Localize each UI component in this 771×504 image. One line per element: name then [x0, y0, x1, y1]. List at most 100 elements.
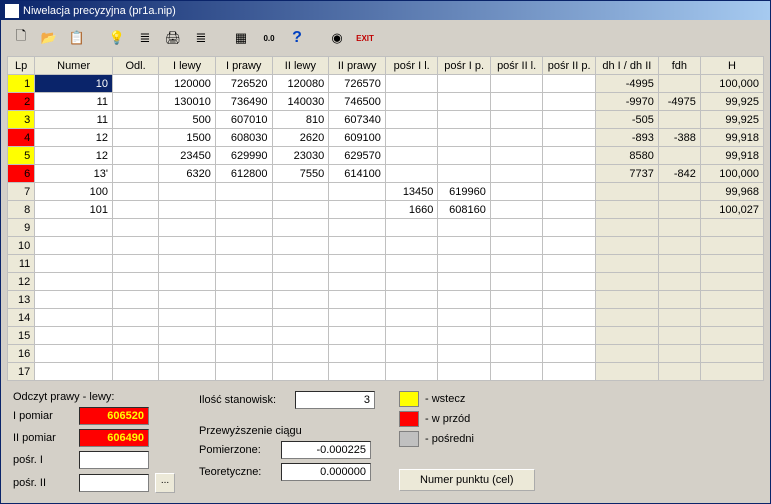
- cell[interactable]: [215, 291, 272, 309]
- row-header[interactable]: 2: [8, 93, 35, 111]
- cell[interactable]: 101: [35, 201, 113, 219]
- cell[interactable]: [272, 219, 329, 237]
- ellipsis-button[interactable]: ...: [155, 473, 175, 493]
- cell[interactable]: [385, 237, 437, 255]
- cell[interactable]: [438, 363, 490, 381]
- cell[interactable]: [35, 291, 113, 309]
- table-row[interactable]: 10: [8, 237, 764, 255]
- table-row[interactable]: 613'632061280075506141007737-842100,000: [8, 165, 764, 183]
- row-header[interactable]: 3: [8, 111, 35, 129]
- cell[interactable]: [700, 237, 763, 255]
- cell[interactable]: 614100: [329, 165, 386, 183]
- row-header[interactable]: 17: [8, 363, 35, 381]
- table-row[interactable]: 16: [8, 345, 764, 363]
- cell[interactable]: [543, 237, 595, 255]
- cell[interactable]: [658, 291, 700, 309]
- cell[interactable]: [543, 219, 595, 237]
- cell[interactable]: [658, 237, 700, 255]
- cell[interactable]: [490, 291, 542, 309]
- col-header[interactable]: pośr II l.: [490, 57, 542, 75]
- cell[interactable]: [595, 219, 658, 237]
- cell[interactable]: [215, 327, 272, 345]
- cell[interactable]: [272, 291, 329, 309]
- cell[interactable]: [700, 345, 763, 363]
- cell[interactable]: [272, 345, 329, 363]
- cell[interactable]: [658, 183, 700, 201]
- row-header[interactable]: 10: [8, 237, 35, 255]
- cell[interactable]: [438, 219, 490, 237]
- bulb-icon[interactable]: 💡: [105, 26, 129, 50]
- cell[interactable]: [112, 75, 158, 93]
- target-icon[interactable]: ◉: [325, 26, 349, 50]
- row-header[interactable]: 6: [8, 165, 35, 183]
- col-header[interactable]: pośr I l.: [385, 57, 437, 75]
- cell[interactable]: 100: [35, 183, 113, 201]
- help-icon[interactable]: ?: [285, 26, 309, 50]
- cell[interactable]: [272, 327, 329, 345]
- row-header[interactable]: 14: [8, 309, 35, 327]
- table-row[interactable]: 11: [8, 255, 764, 273]
- cell[interactable]: [215, 255, 272, 273]
- cell[interactable]: [329, 183, 386, 201]
- cell[interactable]: [595, 363, 658, 381]
- col-header[interactable]: fdh: [658, 57, 700, 75]
- cell[interactable]: [490, 345, 542, 363]
- cell[interactable]: [438, 75, 490, 93]
- cell[interactable]: [272, 255, 329, 273]
- cell[interactable]: [658, 255, 700, 273]
- cell[interactable]: 12: [35, 129, 113, 147]
- cell[interactable]: [490, 237, 542, 255]
- cell[interactable]: [159, 201, 216, 219]
- cell[interactable]: [490, 201, 542, 219]
- cell[interactable]: [329, 219, 386, 237]
- cell[interactable]: [543, 255, 595, 273]
- cell[interactable]: 607340: [329, 111, 386, 129]
- list2-icon[interactable]: ≣: [189, 26, 213, 50]
- cell[interactable]: [329, 327, 386, 345]
- cell[interactable]: [112, 327, 158, 345]
- cell[interactable]: 23450: [159, 147, 216, 165]
- table-row[interactable]: 15: [8, 327, 764, 345]
- cell[interactable]: [438, 327, 490, 345]
- cell[interactable]: [159, 273, 216, 291]
- cell[interactable]: [385, 93, 437, 111]
- cell[interactable]: [385, 363, 437, 381]
- cell[interactable]: [385, 327, 437, 345]
- cell[interactable]: [272, 309, 329, 327]
- cell[interactable]: [700, 327, 763, 345]
- cell[interactable]: [112, 147, 158, 165]
- cell[interactable]: [385, 273, 437, 291]
- cell[interactable]: [329, 363, 386, 381]
- cell[interactable]: [490, 93, 542, 111]
- cell[interactable]: [112, 219, 158, 237]
- cell[interactable]: [159, 219, 216, 237]
- cell[interactable]: [543, 75, 595, 93]
- row-header[interactable]: 9: [8, 219, 35, 237]
- cell[interactable]: 100,000: [700, 165, 763, 183]
- cell[interactable]: [112, 237, 158, 255]
- cell[interactable]: 12: [35, 147, 113, 165]
- cell[interactable]: [385, 165, 437, 183]
- cell[interactable]: [159, 255, 216, 273]
- cell[interactable]: [543, 273, 595, 291]
- cell[interactable]: 140030: [272, 93, 329, 111]
- col-header[interactable]: II prawy: [329, 57, 386, 75]
- copy-icon[interactable]: 📋: [65, 26, 89, 50]
- cell[interactable]: [438, 345, 490, 363]
- cell[interactable]: [658, 201, 700, 219]
- table-row[interactable]: 5122345062999023030629570858099,918: [8, 147, 764, 165]
- cell[interactable]: [490, 255, 542, 273]
- cell[interactable]: [438, 93, 490, 111]
- cell[interactable]: [329, 291, 386, 309]
- print-icon[interactable]: 🖨: [161, 26, 185, 50]
- cell[interactable]: [215, 345, 272, 363]
- target-point-button[interactable]: Numer punktu (cel): [399, 469, 535, 491]
- table-row[interactable]: 41215006080302620609100-893-38899,918: [8, 129, 764, 147]
- cell[interactable]: [595, 183, 658, 201]
- cell[interactable]: [658, 111, 700, 129]
- cell[interactable]: [543, 111, 595, 129]
- cell[interactable]: [490, 129, 542, 147]
- cell[interactable]: [595, 345, 658, 363]
- cell[interactable]: [438, 165, 490, 183]
- cell[interactable]: 607010: [215, 111, 272, 129]
